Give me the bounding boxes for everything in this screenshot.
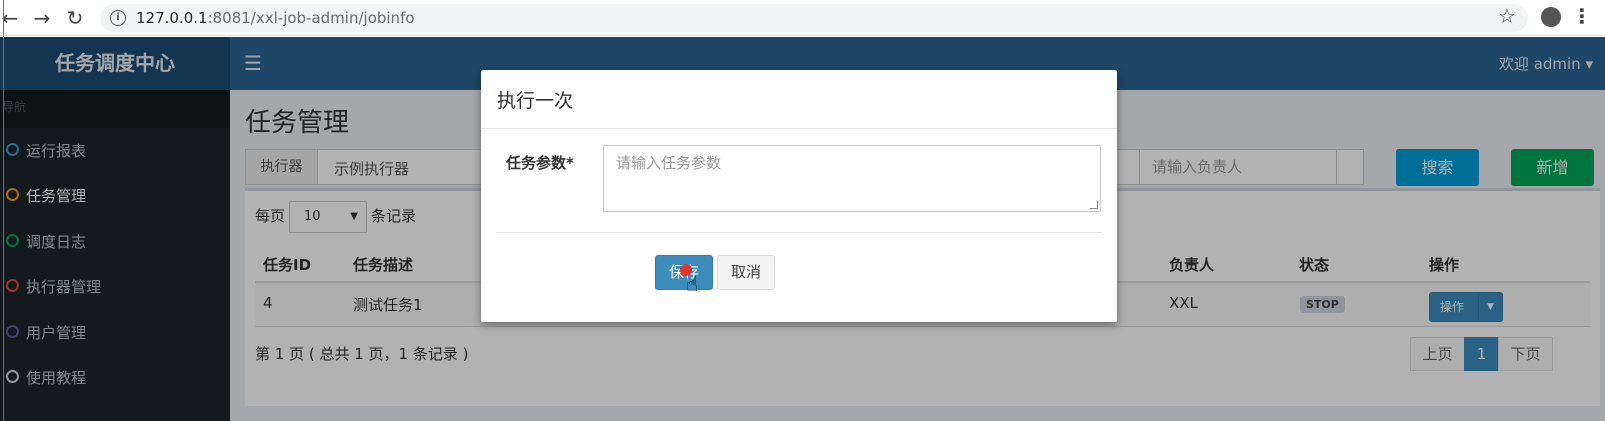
resize-handle-icon[interactable] — [1090, 201, 1098, 209]
url-text[interactable]: 127.0.0.1:8081/xxl-job-admin/jobinfo — [136, 9, 415, 27]
browser-menu-icon[interactable]: ⋮ — [1572, 4, 1592, 28]
param-textarea[interactable]: 请输入任务参数 — [603, 145, 1101, 212]
cancel-button[interactable]: 取消 — [717, 255, 775, 290]
divider — [481, 128, 1117, 129]
site-info-icon[interactable]: i — [110, 10, 126, 26]
modal-title: 执行一次 — [497, 90, 574, 112]
bookmark-star-icon[interactable]: ☆ — [1498, 4, 1516, 28]
divider — [496, 232, 1102, 233]
hand-cursor-icon: ☝ — [686, 272, 699, 296]
reload-icon[interactable]: ↻ — [63, 6, 87, 30]
browser-toolbar: ← → ↻ i 127.0.0.1:8081/xxl-job-admin/job… — [0, 0, 1605, 36]
param-label: 任务参数* — [506, 154, 574, 172]
address-bar[interactable]: i 127.0.0.1:8081/xxl-job-admin/jobinfo — [100, 4, 1528, 32]
account-icon[interactable] — [1541, 7, 1561, 27]
forward-icon[interactable]: → — [30, 6, 54, 30]
guide-line — [3, 0, 4, 421]
param-placeholder: 请输入任务参数 — [616, 154, 722, 172]
trigger-once-modal: 执行一次 任务参数* 请输入任务参数 保存 取消 ☝ — [481, 70, 1117, 322]
